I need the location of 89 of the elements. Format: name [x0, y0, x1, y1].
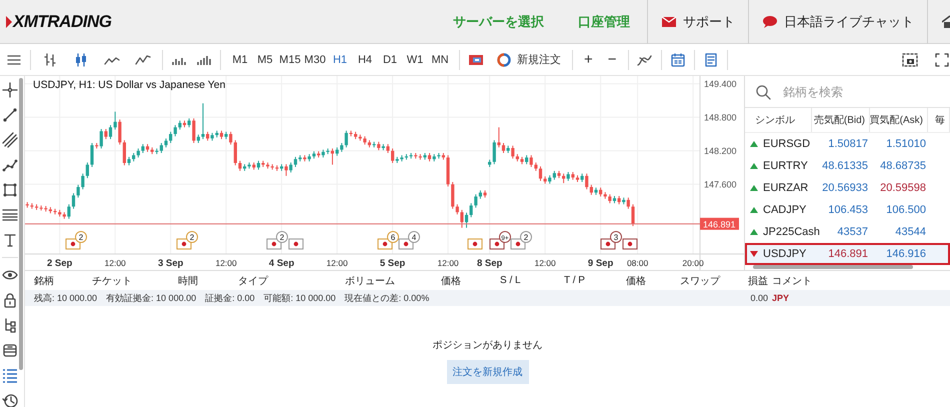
ask-price: 1.51010 [885, 138, 927, 150]
symbol-name: CADJPY [763, 204, 806, 216]
event-count-badge: 2 [520, 231, 532, 243]
column-header[interactable]: 価格 [441, 274, 500, 288]
support-link[interactable]: サポート [647, 0, 748, 44]
timeframe-button[interactable]: M15 [279, 52, 301, 68]
column-header[interactable]: ボリューム [345, 274, 441, 288]
event-count-badge: 2 [276, 231, 288, 243]
time-axis-label: 12:00 [326, 258, 348, 268]
currency-label: JPY [771, 293, 790, 303]
column-header[interactable]: シンボル [745, 108, 812, 132]
column-header[interactable]: チケット [92, 274, 178, 288]
price-axis-label: 148.800 [704, 112, 737, 122]
time-axis-label: 12:00 [104, 258, 126, 268]
price-axis-label: 149.400 [704, 78, 737, 89]
account-summary-item: 現在値との差: 0.00% [344, 292, 430, 304]
symbol-row[interactable]: EURTRY 48.61335 48.68735 [745, 155, 950, 177]
column-header[interactable]: T / P [564, 275, 626, 286]
ask-price: 146.916 [885, 248, 927, 260]
column-header[interactable]: 売気配(Bid) [812, 108, 870, 132]
logo: XMTRADING [13, 12, 112, 32]
price-axis-label: 147.600 [704, 179, 737, 190]
bid-price: 146.891 [827, 248, 869, 260]
column-header[interactable]: 損益 [720, 274, 768, 288]
time-axis-label: 20:00 [682, 258, 704, 268]
symbol-row[interactable]: USDJPY 146.891 146.916 [745, 243, 950, 265]
event-count-badge: 2 [75, 231, 87, 243]
timeframe-button[interactable]: H1 [329, 52, 351, 68]
column-header[interactable]: 時間 [178, 274, 238, 288]
time-axis-label: 3 Sep [158, 258, 184, 269]
account-summary-item: 可能額: 10 000.00 [264, 292, 336, 304]
column-header[interactable]: 買気配(Ask) [870, 108, 928, 132]
create-order-button[interactable]: 注文を新規作成 [446, 360, 528, 384]
timeframe-button[interactable]: D1 [379, 52, 401, 68]
time-axis-label: 12:00 [437, 258, 459, 268]
account-summary-item: 証拠金: 0.00 [205, 292, 255, 304]
event-count-badge: 3 [610, 231, 622, 243]
event-count-badge: 2 [186, 231, 198, 243]
symbol-row[interactable]: CADJPY 106.453 106.500 [745, 199, 950, 221]
time-axis-label: 8 Sep [476, 258, 502, 269]
symbol-row[interactable]: JP225Cash 43537 43544 [745, 221, 950, 243]
account-summary-item: 有効証拠金: 10 000.00 [106, 292, 196, 304]
new-order-button[interactable]: 新規注文 [493, 50, 564, 70]
symbol-name: USDJPY [763, 248, 806, 260]
timeframe-button[interactable]: M5 [254, 52, 276, 68]
timeframe-button[interactable]: H4 [354, 52, 376, 68]
column-header[interactable]: 毎 [928, 108, 950, 132]
symbol-name: EURTRY [763, 160, 808, 172]
timeframe-button[interactable]: M1 [229, 52, 251, 68]
zoom-out-button[interactable]: − [604, 51, 620, 68]
column-header[interactable]: タイプ [238, 274, 345, 288]
chart-title: USDJPY, H1: US Dollar vs Japanese Yen [33, 79, 226, 91]
live-chat-link[interactable]: 日本語ライブチャット [748, 0, 927, 44]
timeframe-button[interactable]: MN [429, 52, 451, 68]
zoom-in-button[interactable]: + [581, 51, 596, 68]
profit-value: 0.00 [749, 293, 768, 303]
symbol-row[interactable]: EURZAR 20.56933 20.59598 [745, 177, 950, 199]
event-count-badge: 6 [387, 231, 399, 243]
time-axis-label: 9 Sep [588, 258, 614, 269]
timeframe-button[interactable]: W1 [404, 52, 426, 68]
symbol-name: EURZAR [763, 182, 808, 194]
ask-price: 48.68735 [879, 160, 927, 172]
price-axis-label: 148.200 [704, 146, 737, 156]
column-header[interactable]: コメント [768, 274, 950, 288]
time-axis-label: 4 Sep [268, 258, 294, 269]
ask-price: 20.59598 [879, 182, 927, 194]
event-count-badge: 4 [408, 231, 420, 243]
symbol-name: EURSGD [763, 138, 810, 150]
column-header[interactable]: スワップ [680, 274, 720, 288]
time-axis-label: 12:00 [215, 258, 237, 268]
time-axis-label: 2 Sep [47, 258, 72, 269]
ask-price: 43544 [894, 226, 927, 238]
column-header[interactable]: 価格 [626, 274, 680, 288]
bid-price: 1.50817 [827, 138, 869, 150]
time-axis-label: 5 Sep [380, 258, 406, 269]
time-axis-label: 08:00 [626, 258, 648, 268]
bid-price: 48.61335 [821, 160, 869, 172]
column-header[interactable]: S / L [500, 275, 564, 286]
empty-message: ポジションがありません [432, 339, 542, 352]
ask-price: 106.500 [885, 204, 927, 216]
bid-price: 106.453 [827, 204, 869, 216]
current-price-label: 146.891 [700, 218, 739, 230]
account-summary-item: 残高: 10 000.00 [34, 292, 98, 304]
symbol-row[interactable]: EURSGD 1.50817 1.51010 [745, 133, 950, 155]
timeframe-button[interactable]: M30 [304, 52, 326, 68]
time-axis-label: 12:00 [534, 258, 556, 268]
column-header[interactable]: 銘柄 [34, 274, 92, 288]
symbol-name: JP225Cash [763, 226, 820, 238]
bid-price: 20.56933 [821, 182, 869, 194]
